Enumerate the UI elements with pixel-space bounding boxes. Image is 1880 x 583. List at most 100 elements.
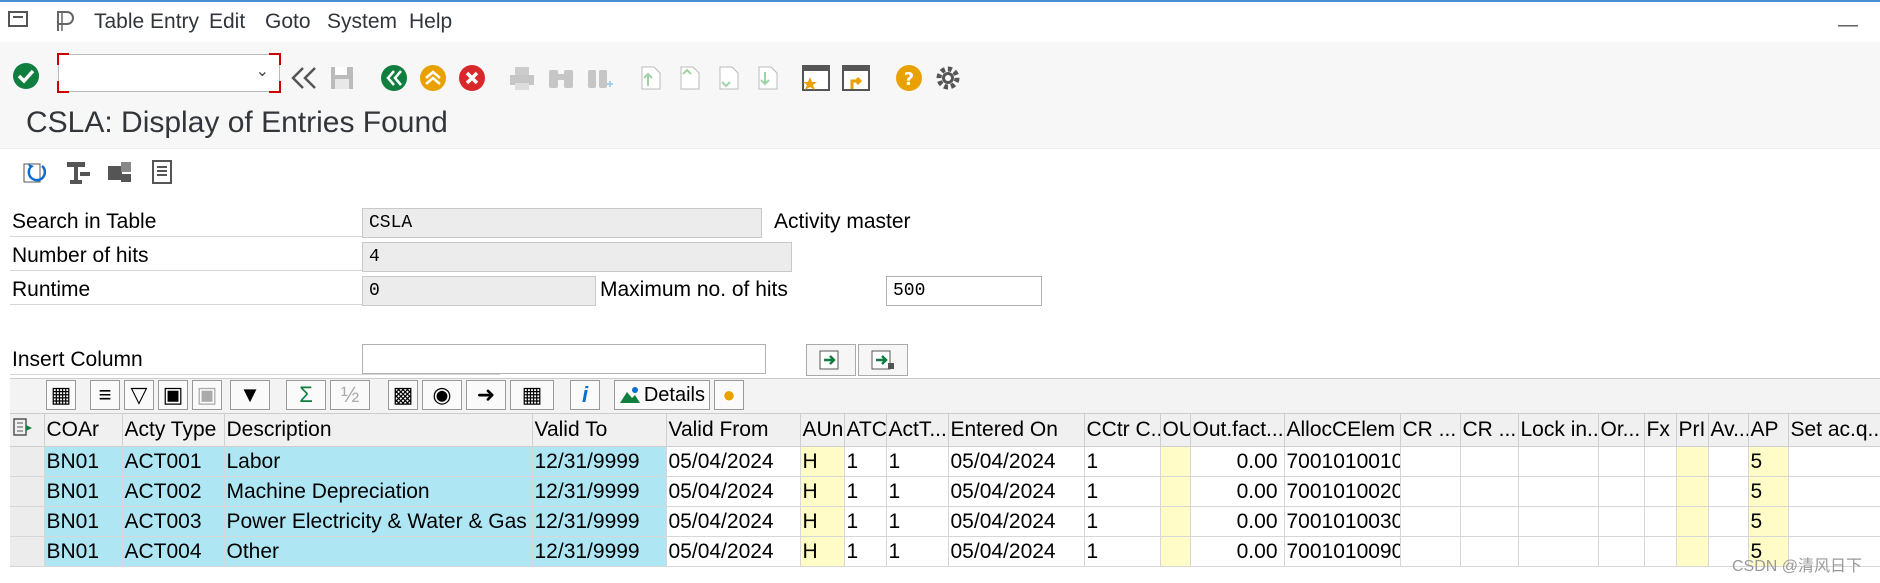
column-header[interactable]: CR ...	[1460, 414, 1519, 447]
refresh-icon[interactable]	[18, 156, 50, 188]
column-header[interactable]: Or...	[1598, 414, 1645, 447]
column-header[interactable]: Valid To	[532, 414, 667, 447]
row-selector[interactable]	[10, 446, 45, 477]
column-header[interactable]: Acty Type	[122, 414, 225, 447]
detail-view-button[interactable]: ▦	[46, 380, 76, 410]
menu-table-entry[interactable]: Table Entry	[94, 10, 199, 34]
row-selector[interactable]	[10, 536, 45, 567]
column-header[interactable]: CR ...	[1400, 414, 1461, 447]
mountain-icon	[620, 387, 640, 403]
document-list-icon[interactable]	[146, 156, 178, 188]
column-header[interactable]: Fx	[1644, 414, 1677, 447]
column-header[interactable]: Valid From	[666, 414, 801, 447]
column-header[interactable]: Set ac.q...	[1788, 414, 1880, 447]
sort-ascending-button[interactable]: ≡	[90, 380, 120, 410]
total-button[interactable]: Σ	[286, 380, 326, 410]
column-header[interactable]: Av...	[1708, 414, 1749, 447]
menu-system[interactable]: System	[327, 10, 397, 34]
find-button[interactable]: ▣	[158, 380, 188, 410]
column-header[interactable]: PrI	[1676, 414, 1709, 447]
cancel-icon[interactable]	[456, 62, 488, 94]
table-cell: H	[800, 506, 845, 537]
exit-icon[interactable]	[417, 62, 449, 94]
enter-icon[interactable]	[10, 60, 42, 92]
column-header[interactable]: ATC	[844, 414, 887, 447]
chevron-down-icon[interactable]: ⌄	[256, 61, 269, 81]
delete-column-button[interactable]	[858, 344, 908, 376]
selection-criteria-icon[interactable]	[62, 156, 94, 188]
table-cell: BN01	[44, 446, 123, 477]
menu-help[interactable]: Help	[409, 10, 452, 34]
find-next-button[interactable]: ▣	[192, 380, 222, 410]
minimize-icon[interactable]: —	[1838, 14, 1858, 37]
find-icon[interactable]	[545, 62, 577, 94]
table-cell: 1	[1084, 506, 1161, 537]
field-selection-icon[interactable]	[104, 156, 136, 188]
table-row[interactable]: BN01 ACT003 Power Electricity & Water & Ga…	[10, 506, 1880, 537]
prev-page-icon[interactable]	[673, 62, 705, 94]
column-header[interactable]: AP	[1748, 414, 1789, 447]
table-cell: BN01	[44, 476, 123, 507]
filter-button[interactable]: ▼	[230, 380, 270, 410]
export-button[interactable]: ➜	[466, 380, 506, 410]
table-cell	[1708, 506, 1749, 537]
first-page-icon[interactable]	[634, 62, 666, 94]
new-session-icon[interactable]	[800, 62, 832, 94]
settings-icon[interactable]	[932, 62, 964, 94]
row-selector[interactable]	[10, 476, 45, 507]
table-cell: 12/31/9999	[532, 506, 667, 537]
column-header[interactable]: AUn	[800, 414, 845, 447]
menu-hamburger-icon[interactable]	[8, 10, 30, 36]
back-icon[interactable]	[288, 62, 320, 94]
table-cell: 1	[886, 536, 949, 567]
sort-descending-button[interactable]: ▽	[124, 380, 154, 410]
table-row[interactable]: BN01 ACT004 Other 12/31/9999 05/04/2024 H 1 1 05…	[10, 536, 1880, 567]
shortcut-icon[interactable]	[840, 62, 872, 94]
insert-column-button[interactable]	[806, 344, 856, 376]
table-cell: 12/31/9999	[532, 476, 667, 507]
column-header[interactable]: Out.fact...	[1190, 414, 1285, 447]
help-icon[interactable]: ?	[893, 62, 925, 94]
exception-button[interactable]: ●	[714, 380, 744, 410]
table-cell	[1644, 476, 1677, 507]
binoculars-next-icon: ▣	[196, 382, 218, 407]
column-header[interactable]: CCtr C...	[1084, 414, 1161, 447]
print-icon[interactable]	[506, 62, 538, 94]
menu-goto[interactable]: Goto	[265, 10, 311, 34]
filter-icon: ▼	[239, 382, 261, 407]
column-header[interactable]: AllocCElem	[1284, 414, 1401, 447]
layout-button[interactable]: ▦	[510, 380, 554, 410]
column-header[interactable]: Lock in...	[1518, 414, 1599, 447]
find-next-icon[interactable]	[584, 62, 616, 94]
table-row[interactable]: BN01 ACT002 Machine Depreciation 12/31/9999…	[10, 476, 1880, 507]
table-cell: 0.00	[1190, 536, 1285, 567]
next-page-icon[interactable]	[712, 62, 744, 94]
menu-edit[interactable]: Edit	[209, 10, 245, 34]
command-field[interactable]: ⌄	[57, 53, 281, 93]
details-button[interactable]: Details	[614, 380, 710, 410]
select-all-icon[interactable]	[10, 414, 45, 447]
column-header[interactable]: OU	[1160, 414, 1191, 447]
table-cell: 1	[844, 446, 887, 477]
row-selector[interactable]	[10, 506, 45, 537]
table-cell	[1788, 506, 1880, 537]
sap-menu-icon[interactable]	[54, 9, 76, 39]
insert-column-input[interactable]	[362, 344, 766, 374]
column-header[interactable]: Entered On	[948, 414, 1085, 447]
print-preview-button[interactable]: ▩	[388, 380, 418, 410]
table-row[interactable]: BN01 ACT001 Labor 12/31/9999 05/04/2024 H 1 1 05…	[10, 446, 1880, 477]
insert-column-label: Insert Column	[12, 348, 143, 371]
info-icon: i	[581, 382, 589, 407]
column-header[interactable]: Description	[224, 414, 533, 447]
column-header[interactable]: COAr	[44, 414, 123, 447]
info-button[interactable]: i	[570, 380, 600, 410]
views-icon: ◉	[432, 382, 452, 407]
column-header[interactable]: ActT...	[886, 414, 949, 447]
table-name-field: CSLA	[362, 208, 762, 238]
last-page-icon[interactable]	[751, 62, 783, 94]
green-back-icon[interactable]	[378, 62, 410, 94]
views-button[interactable]: ◉	[422, 380, 462, 410]
maximum-hits-input[interactable]: 500	[886, 276, 1042, 306]
save-icon[interactable]	[326, 62, 358, 94]
subtotal-button[interactable]: ½	[330, 380, 370, 410]
